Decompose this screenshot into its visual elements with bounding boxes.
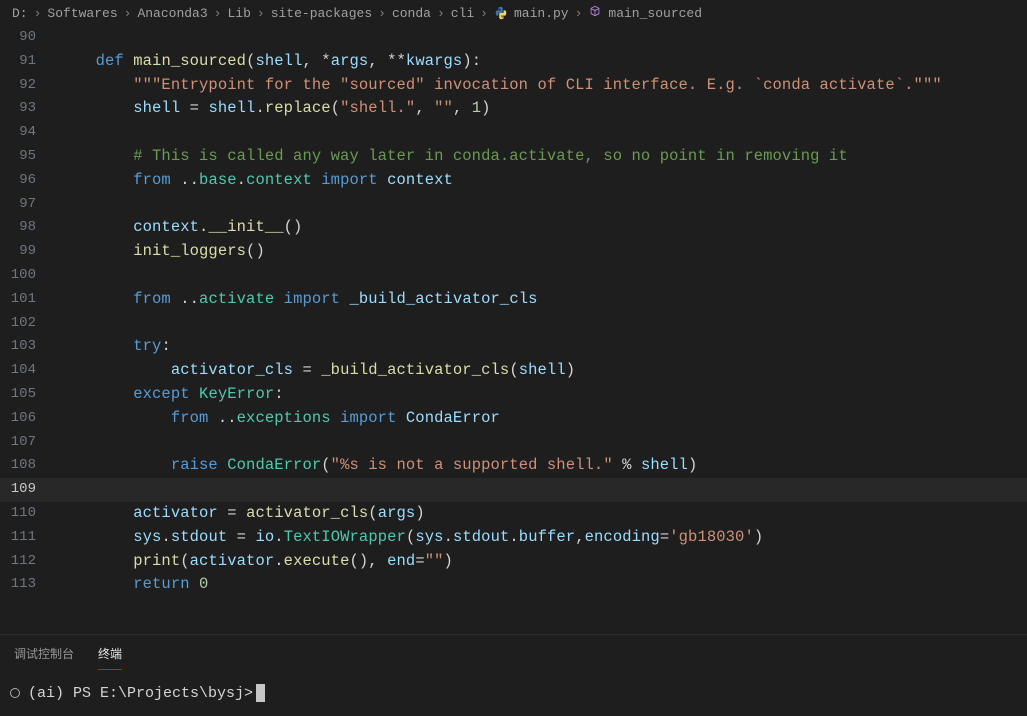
terminal[interactable]: (ai) PS E:\Projects\bysj> bbox=[0, 670, 1027, 716]
crumb-file[interactable]: main.py bbox=[514, 6, 569, 21]
line-number: 97 bbox=[0, 193, 58, 217]
code-line: context.__init__() bbox=[58, 216, 302, 240]
crumb-folder[interactable]: site-packages bbox=[271, 6, 372, 21]
code-line: return 0 bbox=[58, 573, 208, 597]
line-number: 95 bbox=[0, 145, 58, 169]
chevron-right-icon: › bbox=[480, 6, 488, 21]
line-number: 94 bbox=[0, 121, 58, 145]
code-line: sys.stdout = io.TextIOWrapper(sys.stdout… bbox=[58, 526, 763, 550]
line-number: 112 bbox=[0, 550, 58, 574]
breadcrumb: D: › Softwares › Anaconda3 › Lib › site-… bbox=[0, 0, 1027, 26]
code-line: try: bbox=[58, 335, 171, 359]
python-file-icon bbox=[494, 6, 508, 20]
line-number: 98 bbox=[0, 216, 58, 240]
code-line: activator_cls = _build_activator_cls(she… bbox=[58, 359, 575, 383]
line-number: 96 bbox=[0, 169, 58, 193]
tab-terminal[interactable]: 终端 bbox=[98, 641, 122, 670]
chevron-right-icon: › bbox=[124, 6, 132, 21]
code-line: from ..activate import _build_activator_… bbox=[58, 288, 538, 312]
line-number: 107 bbox=[0, 431, 58, 455]
panel-tabs: 调试控制台 终端 bbox=[0, 635, 1027, 670]
chevron-right-icon: › bbox=[575, 6, 583, 21]
line-number: 92 bbox=[0, 74, 58, 98]
terminal-cursor bbox=[256, 684, 265, 702]
line-number: 111 bbox=[0, 526, 58, 550]
chevron-right-icon: › bbox=[378, 6, 386, 21]
code-line: shell = shell.replace("shell.", "", 1) bbox=[58, 97, 491, 121]
code-line: # This is called any way later in conda.… bbox=[58, 145, 848, 169]
code-line: activator = activator_cls(args) bbox=[58, 502, 425, 526]
code-line: except KeyError: bbox=[58, 383, 284, 407]
line-number: 106 bbox=[0, 407, 58, 431]
code-editor[interactable]: 90 91 def main_sourced(shell, *args, **k… bbox=[0, 26, 1027, 634]
crumb-folder[interactable]: cli bbox=[451, 6, 474, 21]
line-number: 91 bbox=[0, 50, 58, 74]
line-number: 104 bbox=[0, 359, 58, 383]
line-number: 90 bbox=[0, 26, 58, 50]
crumb-folder[interactable]: conda bbox=[392, 6, 431, 21]
line-number: 101 bbox=[0, 288, 58, 312]
crumb-folder[interactable]: Anaconda3 bbox=[137, 6, 207, 21]
chevron-right-icon: › bbox=[257, 6, 265, 21]
code-line: print(activator.execute(), end="") bbox=[58, 550, 453, 574]
code-line: def main_sourced(shell, *args, **kwargs)… bbox=[58, 50, 481, 74]
tab-debug-console[interactable]: 调试控制台 bbox=[14, 641, 74, 670]
symbol-method-icon bbox=[588, 4, 602, 22]
code-line: init_loggers() bbox=[58, 240, 265, 264]
crumb-drive[interactable]: D: bbox=[12, 6, 28, 21]
code-line: from ..base.context import context bbox=[58, 169, 453, 193]
line-number: 108 bbox=[0, 454, 58, 478]
code-line: """Entrypoint for the "sourced" invocati… bbox=[58, 74, 942, 98]
line-number: 105 bbox=[0, 383, 58, 407]
chevron-right-icon: › bbox=[34, 6, 42, 21]
line-number: 110 bbox=[0, 502, 58, 526]
crumb-folder[interactable]: Softwares bbox=[47, 6, 117, 21]
crumb-folder[interactable]: Lib bbox=[227, 6, 250, 21]
terminal-prompt: (ai) PS E:\Projects\bysj> bbox=[28, 685, 253, 702]
chevron-right-icon: › bbox=[437, 6, 445, 21]
line-number: 100 bbox=[0, 264, 58, 288]
line-number: 99 bbox=[0, 240, 58, 264]
code-line: raise CondaError("%s is not a supported … bbox=[58, 454, 697, 478]
line-number: 93 bbox=[0, 97, 58, 121]
code-line: from ..exceptions import CondaError bbox=[58, 407, 500, 431]
bottom-panel: 调试控制台 终端 (ai) PS E:\Projects\bysj> bbox=[0, 634, 1027, 716]
crumb-symbol[interactable]: main_sourced bbox=[608, 6, 702, 21]
line-number: 109 bbox=[0, 478, 58, 502]
line-number: 102 bbox=[0, 312, 58, 336]
line-number: 103 bbox=[0, 335, 58, 359]
circle-icon bbox=[10, 688, 20, 698]
line-number: 113 bbox=[0, 573, 58, 597]
chevron-right-icon: › bbox=[214, 6, 222, 21]
